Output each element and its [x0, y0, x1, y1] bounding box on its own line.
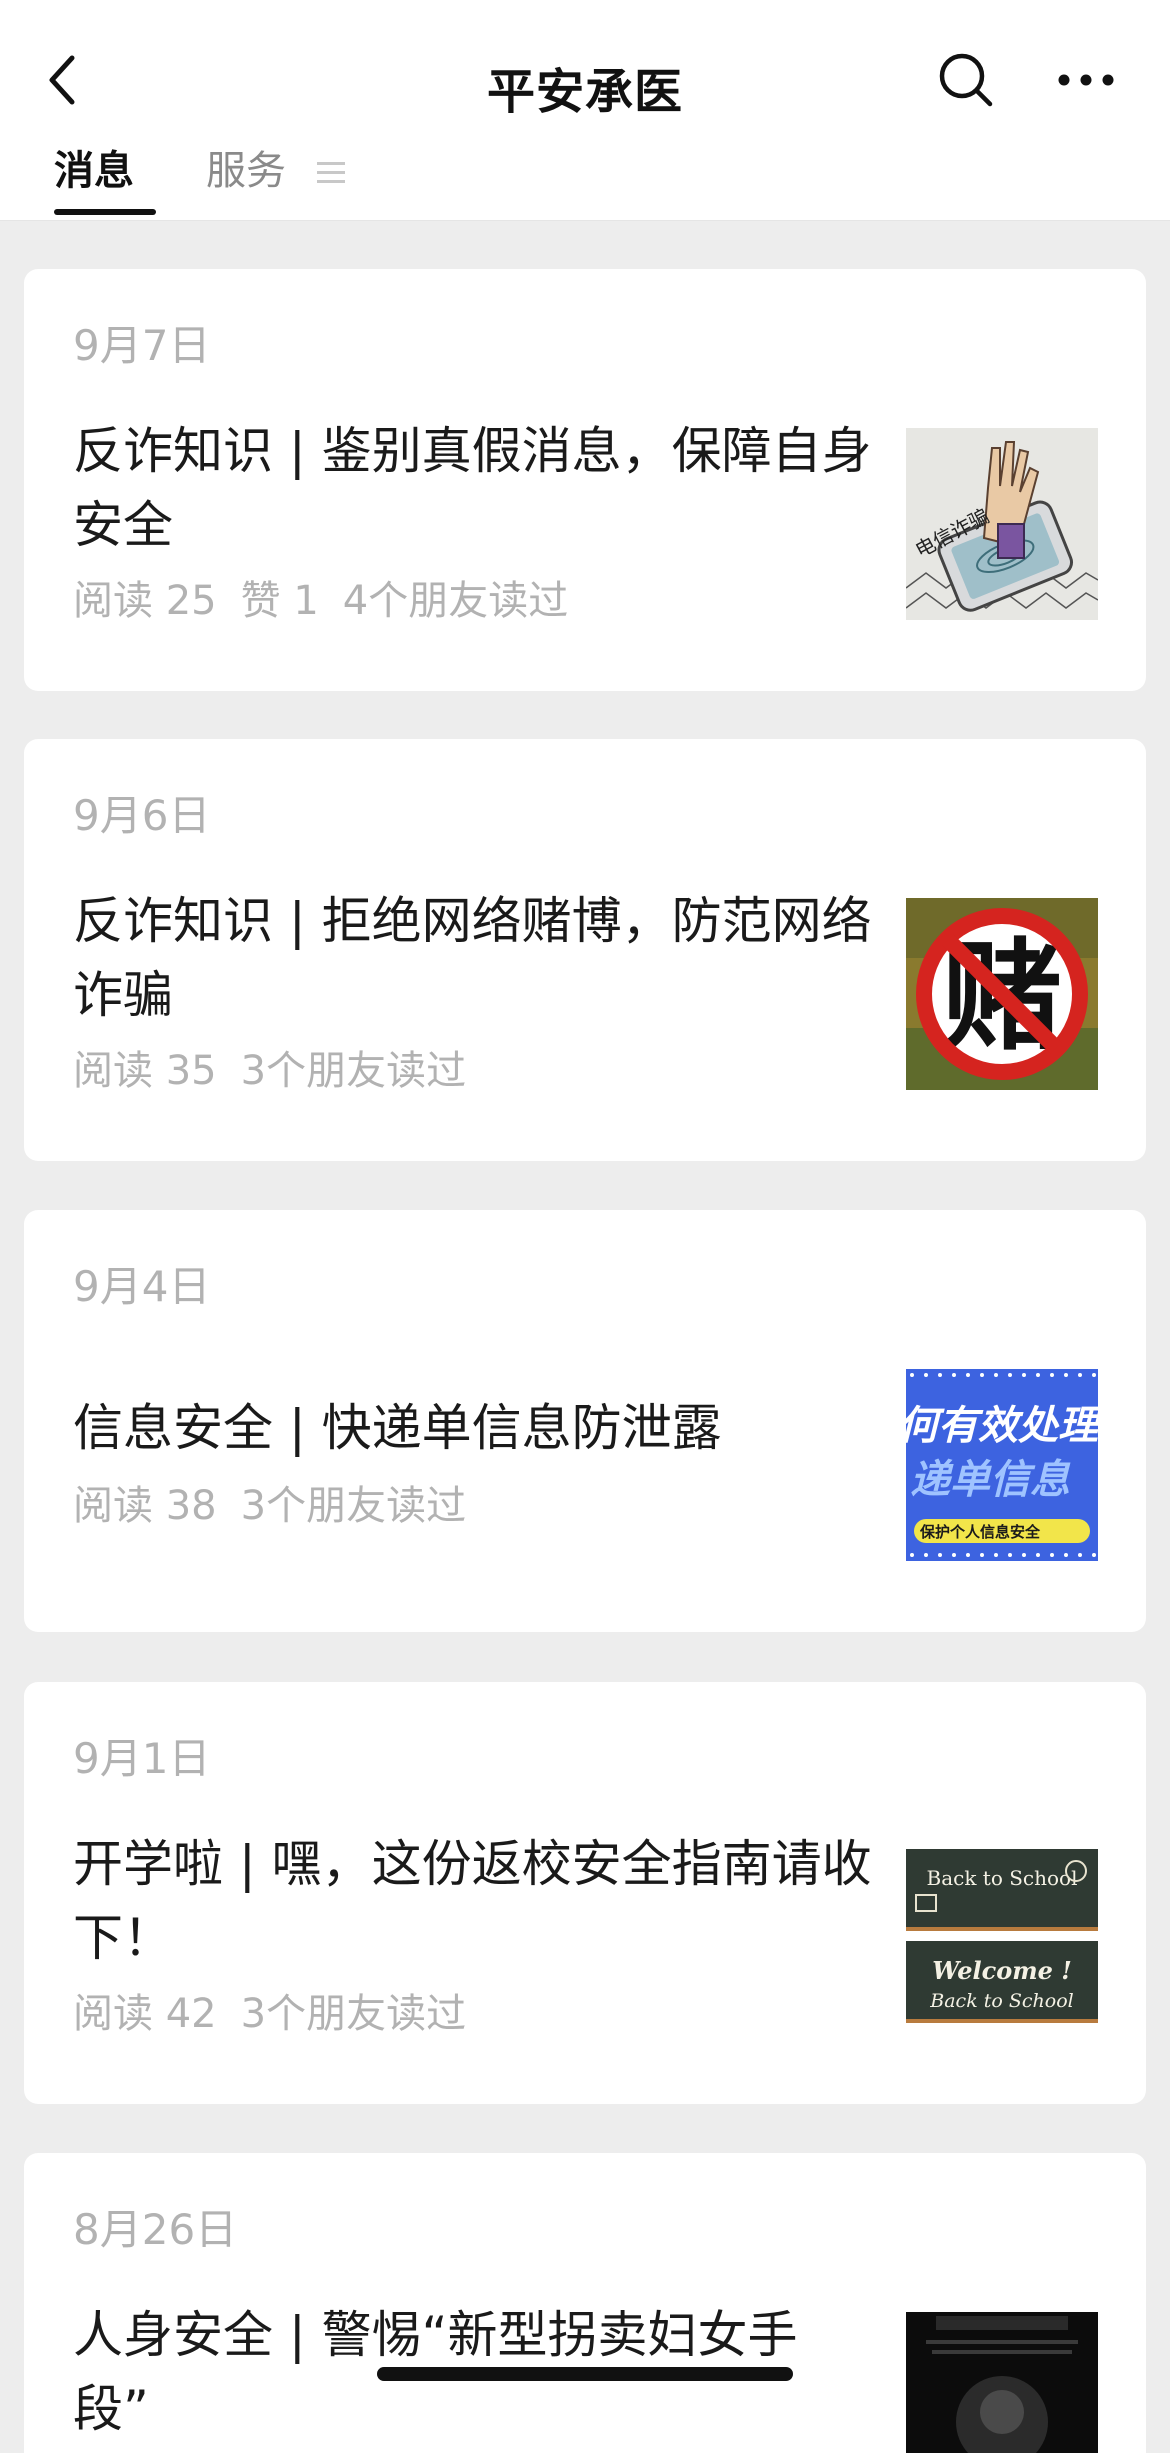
article-title[interactable]: 信息安全 | 快递单信息防泄露 — [73, 1391, 873, 1465]
menu-lines-icon — [316, 162, 345, 183]
dark-poster-icon — [906, 2312, 1098, 2453]
tab-services[interactable]: 服务 — [206, 147, 345, 220]
friends-read: 4个朋友读过 — [342, 578, 569, 624]
thumb-caption-3: 保护个人信息安全 — [919, 1523, 1041, 1541]
read-count: 阅读 38 — [73, 1483, 217, 1529]
read-count: 阅读 42 — [73, 1991, 217, 2037]
read-count: 阅读 35 — [73, 1048, 217, 1094]
thumb-caption-2: Welcome ! — [932, 1956, 1072, 1985]
article-card[interactable]: 9月6日 反诈知识 | 拒绝网络赌博，防范网络诈骗 阅读 35 3个朋友读过 赌 — [24, 739, 1146, 1161]
article-date: 9月4日 — [73, 1262, 211, 1311]
no-gambling-icon: 赌 — [906, 898, 1098, 1090]
article-stats: 阅读 38 3个朋友读过 — [73, 1482, 490, 1530]
chalkboard-icon: Back to School Welcome ! Back to School — [906, 1841, 1098, 2033]
friends-read: 3个朋友读过 — [240, 1483, 467, 1529]
tab-messages[interactable]: 消息 — [54, 147, 156, 220]
tab-services-label: 服务 — [206, 148, 286, 194]
read-count: 阅读 25 — [73, 578, 217, 624]
tab-bar: 消息 服务 — [0, 147, 1170, 221]
article-card[interactable]: 8月26日 人身安全 | 警惕“新型拐卖妇女手段” — [24, 2153, 1146, 2453]
article-stats: 阅读 25 赞 1 4个朋友读过 — [73, 577, 592, 625]
article-date: 9月7日 — [73, 321, 211, 370]
article-stats: 阅读 35 3个朋友读过 — [73, 1047, 490, 1095]
friends-read: 3个朋友读过 — [240, 1048, 467, 1094]
friends-read: 3个朋友读过 — [240, 1991, 467, 2037]
page-title: 平安承医 — [486, 64, 683, 120]
article-thumbnail[interactable]: Back to School Welcome ! Back to School — [906, 1841, 1098, 2033]
active-tab-underline — [54, 209, 156, 215]
article-title[interactable]: 开学啦 | 嘿，这份返校安全指南请收下！ — [73, 1827, 873, 1975]
thumb-caption-2: 递单信息 — [910, 1457, 1071, 1503]
article-date: 8月26日 — [73, 2205, 238, 2254]
more-button[interactable] — [1056, 62, 1116, 98]
thumb-caption-3: Back to School — [929, 1990, 1073, 2012]
article-stats: 阅读 42 3个朋友读过 — [73, 1990, 490, 2038]
article-title[interactable]: 反诈知识 | 拒绝网络赌博，防范网络诈骗 — [73, 884, 873, 1032]
article-thumbnail[interactable]: 赌 — [906, 898, 1098, 1090]
article-thumbnail[interactable] — [906, 2312, 1098, 2453]
article-thumbnail[interactable]: 何有效处理 递单信息 保护个人信息安全 — [906, 1369, 1098, 1561]
thumb-caption: Back to School — [927, 1866, 1078, 1890]
article-date: 9月1日 — [73, 1734, 211, 1783]
phone-hand-icon: 电信诈骗 — [906, 428, 1098, 620]
article-card[interactable]: 9月7日 反诈知识 | 鉴别真假消息，保障自身安全 阅读 25 赞 1 4个朋友读过… — [24, 269, 1146, 691]
search-button[interactable] — [938, 52, 994, 108]
info-poster-icon: 何有效处理 递单信息 保护个人信息安全 — [906, 1369, 1098, 1561]
tab-messages-label: 消息 — [54, 148, 134, 194]
article-card[interactable]: 9月4日 信息安全 | 快递单信息防泄露 阅读 38 3个朋友读过 何有效处理 递… — [24, 1210, 1146, 1632]
article-title[interactable]: 反诈知识 | 鉴别真假消息，保障自身安全 — [73, 414, 873, 562]
more-dots-icon — [1058, 74, 1114, 86]
like-count: 赞 1 — [240, 578, 319, 624]
home-indicator — [377, 2367, 793, 2381]
search-icon — [939, 53, 993, 107]
article-date: 9月6日 — [73, 791, 211, 840]
top-nav-bar: 平安承医 — [0, 0, 1170, 148]
article-thumbnail[interactable]: 电信诈骗 — [906, 428, 1098, 620]
thumb-caption: 何有效处理 — [906, 1403, 1098, 1449]
article-card[interactable]: 9月1日 开学啦 | 嘿，这份返校安全指南请收下！ 阅读 42 3个朋友读过 Ba… — [24, 1682, 1146, 2104]
